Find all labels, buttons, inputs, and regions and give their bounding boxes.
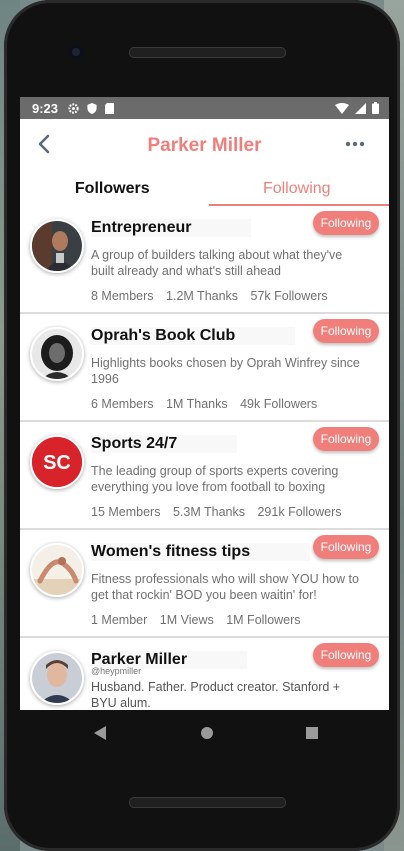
camera-icon: [69, 45, 83, 59]
stat-members: 1 Member: [91, 613, 148, 627]
stat-thanks: 5.3M Thanks: [172, 505, 245, 519]
card-title: Entrepreneur: [91, 219, 252, 237]
nav-home-icon[interactable]: [200, 726, 214, 740]
nav-back-icon[interactable]: [94, 726, 108, 740]
card-stats: 8 Members 1.2M Thanks 57k Followers: [91, 289, 337, 303]
card-description: Fitness professionals who will show YOU …: [91, 572, 359, 602]
android-nav-bar: [94, 726, 319, 740]
logo-text: SC: [43, 452, 71, 474]
card-description: Husband. Father. Product creator. Stanfo…: [91, 680, 341, 710]
following-button[interactable]: Following: [313, 643, 379, 667]
tab-followers[interactable]: Followers: [20, 171, 205, 206]
card-title: Women's fitness tips: [91, 543, 311, 561]
card-title: Sports 24/7: [91, 435, 238, 453]
stat-members: 15 Members: [91, 505, 161, 519]
battery-icon: [372, 102, 379, 114]
status-bar: 9:23: [20, 97, 389, 119]
stat-followers: 1M Followers: [226, 613, 301, 627]
speaker-grille-bottom: [129, 797, 286, 808]
settings-icon: [68, 102, 79, 114]
following-button[interactable]: Following: [313, 211, 379, 235]
list-item[interactable]: Parker Miller @heypmiller Following Husb…: [20, 638, 389, 710]
nav-recents-icon[interactable]: [305, 726, 319, 740]
following-button[interactable]: Following: [313, 319, 379, 343]
stat-followers: 57k Followers: [250, 289, 328, 303]
more-options-icon[interactable]: [345, 139, 365, 149]
user-handle: @heypmiller: [91, 666, 142, 676]
parker-avatar-image: [32, 653, 82, 703]
card-stats: 1 Member 1M Views 1M Followers: [91, 613, 310, 627]
avatar: [30, 651, 84, 705]
avatar: SC: [30, 435, 84, 489]
page-title: Parker Miller: [147, 135, 262, 156]
signal-icon: [355, 102, 366, 114]
card-description: Highlights books chosen by Oprah Winfrey…: [91, 356, 360, 386]
card-description: The leading group of sports experts cove…: [91, 464, 339, 494]
sportscenter-logo-icon: SC: [32, 437, 82, 487]
entrepreneur-avatar-image: [32, 221, 82, 271]
shield-icon: [87, 102, 97, 114]
tab-bar: Followers Following: [20, 171, 389, 207]
card-title: Oprah's Book Club: [91, 327, 296, 345]
list-item[interactable]: Entrepreneur Following A group of builde…: [20, 206, 389, 314]
oprah-avatar-image: [32, 329, 82, 379]
stat-thanks: 1.2M Thanks: [166, 289, 239, 303]
following-button[interactable]: Following: [313, 535, 379, 559]
stat-followers: 49k Followers: [240, 397, 318, 411]
fitness-avatar-image: [32, 545, 82, 595]
card-stats: 6 Members 1M Thanks 49k Followers: [91, 397, 326, 411]
stat-members: 8 Members: [91, 289, 154, 303]
stat-views: 1M Views: [159, 613, 214, 627]
stat-followers: 291k Followers: [257, 505, 342, 519]
list-item[interactable]: Oprah's Book Club Following Highlights b…: [20, 314, 389, 422]
following-list: Entrepreneur Following A group of builde…: [20, 206, 389, 710]
avatar: [30, 543, 84, 597]
list-item[interactable]: SC Sports 24/7 Following The leading gro…: [20, 422, 389, 530]
following-button[interactable]: Following: [313, 427, 379, 451]
stat-members: 6 Members: [91, 397, 154, 411]
stat-thanks: 1M Thanks: [166, 397, 228, 411]
card-stats: 15 Members 5.3M Thanks 291k Followers: [91, 505, 351, 519]
avatar: [30, 327, 84, 381]
app-screen: 9:23 Parker Miller Followers Following E…: [20, 97, 389, 710]
status-time: 9:23: [32, 100, 59, 116]
tab-following[interactable]: Following: [205, 171, 390, 206]
list-item[interactable]: Women's fitness tips Following Fitness p…: [20, 530, 389, 638]
speaker-grille-top: [129, 47, 286, 58]
sd-card-icon: [105, 102, 115, 114]
app-header: Parker Miller: [20, 119, 389, 171]
wifi-icon: [335, 102, 349, 114]
card-description: A group of builders talking about what t…: [91, 248, 343, 278]
avatar: [30, 219, 84, 273]
